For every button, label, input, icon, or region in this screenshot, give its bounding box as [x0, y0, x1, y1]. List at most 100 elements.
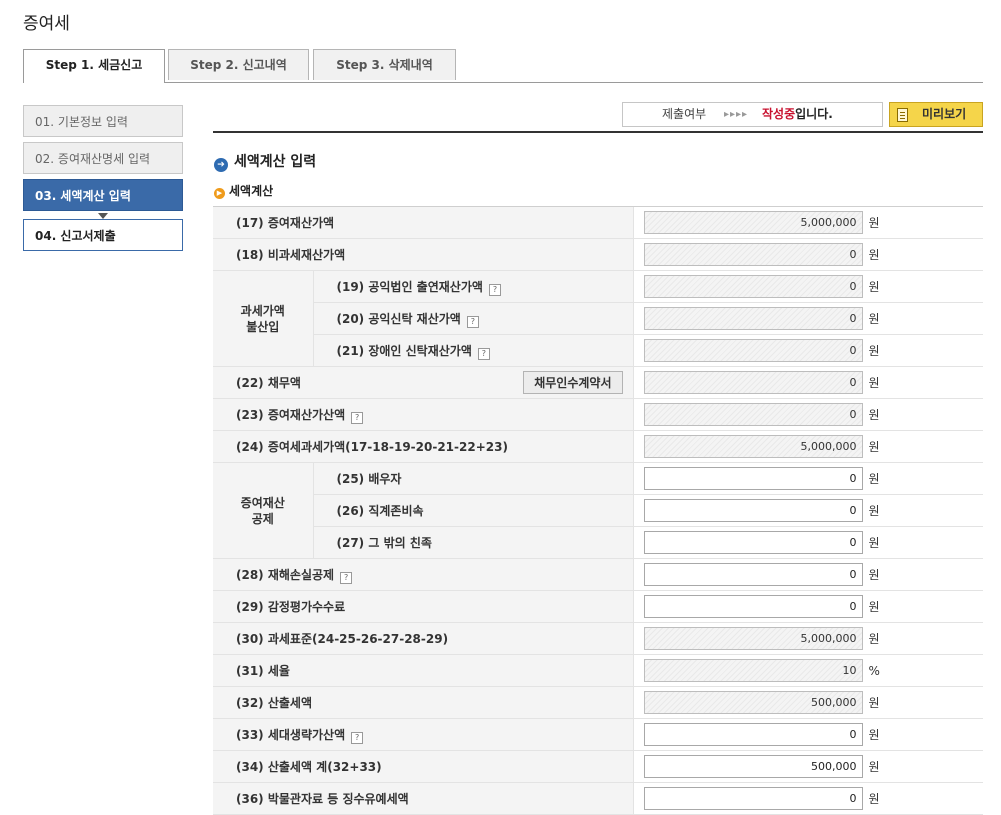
row-label-calculated-tax-total: (34) 산출세액 계(32+33) — [213, 750, 633, 783]
row-label-text: (33) 세대생략가산액 — [236, 727, 346, 742]
unit-label: % — [868, 663, 880, 678]
unit-label: 원 — [868, 568, 880, 582]
calculated-tax-field[interactable] — [643, 691, 863, 714]
other-relatives-deduction-input[interactable] — [643, 531, 863, 554]
status-value: 작성중입니다. — [762, 103, 833, 126]
table-row: (17) 증여재산가액 원 — [213, 206, 983, 239]
row-label-other-relatives: (27) 그 밖의 친족 — [312, 526, 633, 559]
debt-label-wrap: (22) 채무액 채무인수계약서 — [236, 371, 633, 394]
submission-status: 제출여부 ▸▸▸▸ 작성중입니다. — [622, 102, 883, 127]
public-trust-value-field[interactable] — [643, 307, 863, 330]
step-basic-info[interactable]: 01. 기본정보 입력 — [23, 105, 183, 137]
step-gift-property-detail[interactable]: 02. 증여재산명세 입력 — [23, 142, 183, 174]
tax-exempt-value-field[interactable] — [643, 243, 863, 266]
tax-base-field[interactable] — [643, 627, 863, 650]
appraisal-fee-input[interactable] — [643, 595, 863, 618]
row-label-text: (19) 공익법인 출연재산가액 — [336, 279, 483, 294]
row-label-calculated-tax: (32) 산출세액 — [213, 686, 633, 719]
unit-label: 원 — [868, 312, 880, 326]
unit-label: 원 — [868, 376, 880, 390]
tax-calculation-table: (17) 증여재산가액 원 (18) 비과세재산가액 원 과세가액불산입 (19… — [213, 206, 983, 815]
status-arrows-icon: ▸▸▸▸ — [724, 109, 749, 120]
table-row: (26) 직계존비속 원 — [213, 494, 983, 527]
help-icon[interactable]: ? — [351, 411, 364, 424]
step-navigation: 01. 기본정보 입력 02. 증여재산명세 입력 03. 세액계산 입력 04… — [23, 105, 183, 256]
table-row: (23) 증여재산가산액? 원 — [213, 398, 983, 431]
unit-label: 원 — [868, 344, 880, 358]
row-label-text: (23) 증여재산가산액 — [236, 407, 346, 422]
row-label-tax-rate: (31) 세율 — [213, 654, 633, 687]
disaster-loss-deduction-input[interactable] — [643, 563, 863, 586]
help-icon[interactable]: ? — [351, 731, 364, 744]
tab-step2-report-history[interactable]: Step 2. 신고내역 — [168, 49, 309, 80]
unit-label: 원 — [868, 248, 880, 262]
table-row: (28) 재해손실공제? 원 — [213, 558, 983, 591]
preview-button[interactable]: 미리보기 — [889, 102, 983, 127]
step-submit-return[interactable]: 04. 신고서제출 — [23, 219, 183, 251]
table-row: (21) 장애인 신탁재산가액? 원 — [213, 334, 983, 367]
table-row: (33) 세대생략가산액? 원 — [213, 718, 983, 751]
orange-arrow-icon: ▶ — [214, 188, 225, 199]
unit-label: 원 — [868, 472, 880, 486]
help-icon[interactable]: ? — [466, 315, 479, 328]
row-label-public-corp-contribution: (19) 공익법인 출연재산가액? — [312, 270, 633, 303]
tab-step3-delete-history[interactable]: Step 3. 삭제내역 — [313, 49, 456, 80]
taxable-gift-value-field[interactable] — [643, 435, 863, 458]
row-label-text: (22) 채무액 — [236, 376, 301, 390]
step-tax-calculation[interactable]: 03. 세액계산 입력 — [23, 179, 183, 211]
document-icon — [897, 108, 908, 122]
help-icon[interactable]: ? — [488, 283, 501, 296]
unit-label: 원 — [868, 728, 880, 742]
gift-addition-field[interactable] — [643, 403, 863, 426]
table-row: (24) 증여세과세가액(17-18-19-20-21-22+23) 원 — [213, 430, 983, 463]
table-row: (20) 공익신탁 재산가액? 원 — [213, 302, 983, 335]
spouse-deduction-input[interactable] — [643, 467, 863, 490]
row-label-text: (28) 재해손실공제 — [236, 567, 335, 582]
table-row: 증여재산공제 (25) 배우자 원 — [213, 462, 983, 559]
row-label-tax-base: (30) 과세표준(24-25-26-27-28-29) — [213, 622, 633, 655]
gift-property-value-field[interactable] — [643, 211, 863, 234]
lineal-relatives-deduction-input[interactable] — [643, 499, 863, 522]
tax-rate-field[interactable] — [643, 659, 863, 682]
help-icon[interactable]: ? — [477, 347, 490, 360]
unit-label: 원 — [868, 600, 880, 614]
table-row: (27) 그 밖의 친족 원 — [213, 526, 983, 559]
help-icon[interactable]: ? — [340, 571, 353, 584]
row-label-disaster-loss-deduction: (28) 재해손실공제? — [213, 558, 633, 591]
table-row: (22) 채무액 채무인수계약서 원 — [213, 366, 983, 399]
row-label-generation-skip-surcharge: (33) 세대생략가산액? — [213, 718, 633, 751]
table-row: (30) 과세표준(24-25-26-27-28-29) 원 — [213, 622, 983, 655]
sub-title-text: 세액계산 — [229, 184, 274, 198]
section-title: ➔ 세액계산 입력 — [214, 151, 316, 172]
generation-skip-surcharge-input[interactable] — [643, 723, 863, 746]
table-row: 과세가액불산입 (19) 공익법인 출연재산가액? 원 — [213, 270, 983, 367]
museum-deferral-input[interactable] — [643, 787, 863, 810]
unit-label: 원 — [868, 632, 880, 646]
debt-amount-field[interactable] — [643, 371, 863, 394]
row-label-appraisal-fee: (29) 감정평가수수료 — [213, 590, 633, 623]
row-label-gift-property-value: (17) 증여재산가액 — [213, 206, 633, 239]
unit-label: 원 — [868, 408, 880, 422]
step-tabs: Step 1. 세금신고 Step 2. 신고내역 Step 3. 삭제내역 — [23, 49, 983, 83]
row-label-disabled-trust-value: (21) 장애인 신탁재산가액? — [312, 334, 633, 367]
group-label-line: 불산입 — [246, 319, 280, 334]
tab-step1-tax-report[interactable]: Step 1. 세금신고 — [23, 49, 165, 83]
disabled-trust-value-field[interactable] — [643, 339, 863, 362]
unit-label: 원 — [868, 504, 880, 518]
status-label: 제출여부 — [662, 107, 707, 121]
unit-label: 원 — [868, 760, 880, 774]
debt-assumption-contract-button[interactable]: 채무인수계약서 — [523, 371, 623, 394]
group-label-deduction: 증여재산 공제 — [213, 462, 313, 559]
public-corp-contribution-field[interactable] — [643, 275, 863, 298]
preview-label: 미리보기 — [922, 107, 967, 121]
status-value-suffix: 입니다. — [795, 107, 833, 121]
row-label-text: (21) 장애인 신탁재산가액 — [336, 343, 472, 358]
calculated-tax-total-field[interactable] — [643, 755, 863, 778]
arrow-circle-icon: ➔ — [214, 158, 228, 172]
unit-label: 원 — [868, 440, 880, 454]
step-down-arrow-icon — [98, 213, 108, 219]
row-label-taxable-gift-value: (24) 증여세과세가액(17-18-19-20-21-22+23) — [213, 430, 633, 463]
table-row: (29) 감정평가수수료 원 — [213, 590, 983, 623]
group-label-line: 과세가액 — [240, 303, 285, 318]
section-divider — [213, 131, 983, 133]
